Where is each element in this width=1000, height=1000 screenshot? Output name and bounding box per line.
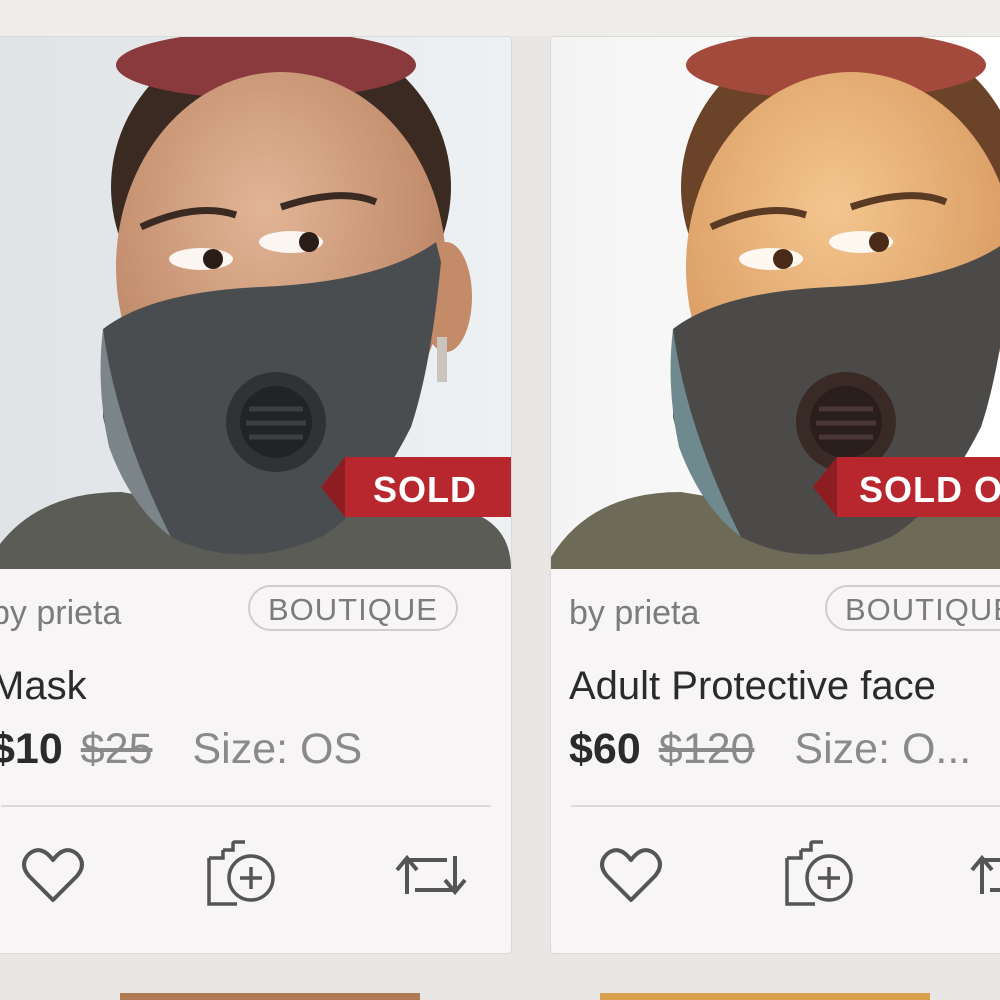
listing-size: Size: O... — [794, 725, 972, 773]
boutique-badge: BOUTIQUE — [825, 585, 1000, 631]
share-button[interactable] — [966, 837, 1000, 917]
listing-card[interactable]: SOLD by prieta BOUTIQUE Mask $10 $25 Size:… — [0, 36, 512, 954]
divider — [1, 805, 491, 807]
sold-banner: SOLD O — [813, 457, 1000, 517]
divider — [571, 805, 1000, 807]
listing-price: $10 — [0, 725, 63, 773]
sold-label: SOLD O — [859, 469, 1000, 510]
seller-name[interactable]: by prieta — [0, 594, 121, 633]
seller-name[interactable]: by prieta — [569, 594, 699, 633]
share-button[interactable] — [391, 837, 471, 917]
add-to-bundle-button[interactable] — [201, 837, 281, 917]
listing-title[interactable]: Adult Protective face — [569, 664, 936, 709]
add-to-bundle-icon — [779, 839, 859, 915]
original-price: $120 — [658, 725, 755, 773]
price-row: $10 $25 Size: OS — [0, 725, 362, 774]
price-row: $60 $120 Size: O... — [569, 725, 971, 774]
listing-title[interactable]: Mask — [0, 664, 87, 709]
next-listing-photo[interactable] — [120, 993, 420, 1000]
like-button[interactable] — [591, 837, 671, 917]
top-bar — [0, 0, 1000, 36]
original-price: $25 — [80, 725, 153, 773]
sold-label: SOLD — [373, 469, 478, 510]
like-button[interactable] — [13, 837, 93, 917]
heart-icon — [599, 846, 663, 909]
share-icon — [968, 850, 1000, 905]
listing-price: $60 — [569, 725, 641, 773]
share-icon — [393, 850, 469, 905]
heart-icon — [21, 846, 85, 909]
listing-card[interactable]: SOLD O by prieta BOUTIQUE Adult Protecti… — [550, 36, 1000, 954]
sold-banner: SOLD — [321, 457, 511, 517]
add-to-bundle-icon — [201, 839, 281, 915]
add-to-bundle-button[interactable] — [779, 837, 859, 917]
boutique-badge: BOUTIQUE — [248, 585, 458, 631]
listing-size: Size: OS — [192, 725, 363, 773]
next-listing-photo[interactable] — [600, 993, 930, 1000]
